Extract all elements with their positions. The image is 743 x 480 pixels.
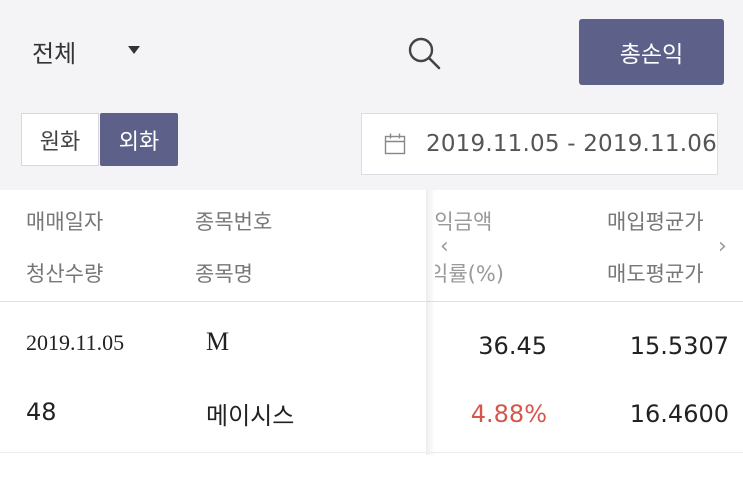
scroll-header: 손익금액 익률(%) 매입평균가 매도평균가	[435, 190, 743, 302]
chevron-left-icon[interactable]: ‹	[440, 234, 449, 259]
tab-krw[interactable]: 원화	[21, 113, 99, 166]
total-pnl-button[interactable]: 총손익	[579, 19, 724, 85]
filter-panel: 전체 총손익 원화 외화 2019.11.05 - 2019.11.06	[0, 0, 743, 190]
row-divider	[0, 452, 743, 453]
col-header-pnl-amount: 손익금액	[435, 210, 493, 234]
calendar-icon	[384, 133, 406, 155]
col-header-return-rate: 익률(%)	[435, 262, 504, 286]
col-header-stock-name: 종목명	[195, 262, 253, 286]
cell-return-rate: 4.88%	[470, 400, 547, 428]
chevron-right-icon[interactable]: ›	[718, 234, 727, 259]
cell-trade-date: 2019.11.05	[26, 330, 125, 355]
col-header-avg-buy: 매입평균가	[607, 210, 704, 234]
tab-fx[interactable]: 외화	[100, 113, 178, 166]
cell-avg-buy: 15.5307	[629, 332, 729, 360]
col-header-settle-qty: 청산수량	[26, 262, 104, 286]
cell-stock-name: 메이시스	[206, 402, 295, 430]
cell-pnl-amount: 36.45	[478, 332, 547, 360]
cell-stock-code: M	[206, 327, 230, 356]
filter-dropdown-label[interactable]: 전체	[32, 34, 76, 69]
cell-avg-sell: 16.4600	[629, 400, 729, 428]
cell-settle-qty: 48	[26, 398, 57, 426]
date-range-text: 2019.11.05 - 2019.11.06	[426, 131, 717, 157]
search-icon[interactable]	[404, 33, 444, 73]
col-header-avg-sell: 매도평균가	[607, 262, 704, 286]
date-range-picker[interactable]: 2019.11.05 - 2019.11.06	[361, 113, 718, 175]
chevron-down-icon[interactable]	[128, 46, 140, 54]
col-header-stock-code: 종목번호	[195, 210, 273, 234]
col-header-trade-date: 매매일자	[26, 210, 104, 234]
header-divider	[0, 301, 743, 302]
